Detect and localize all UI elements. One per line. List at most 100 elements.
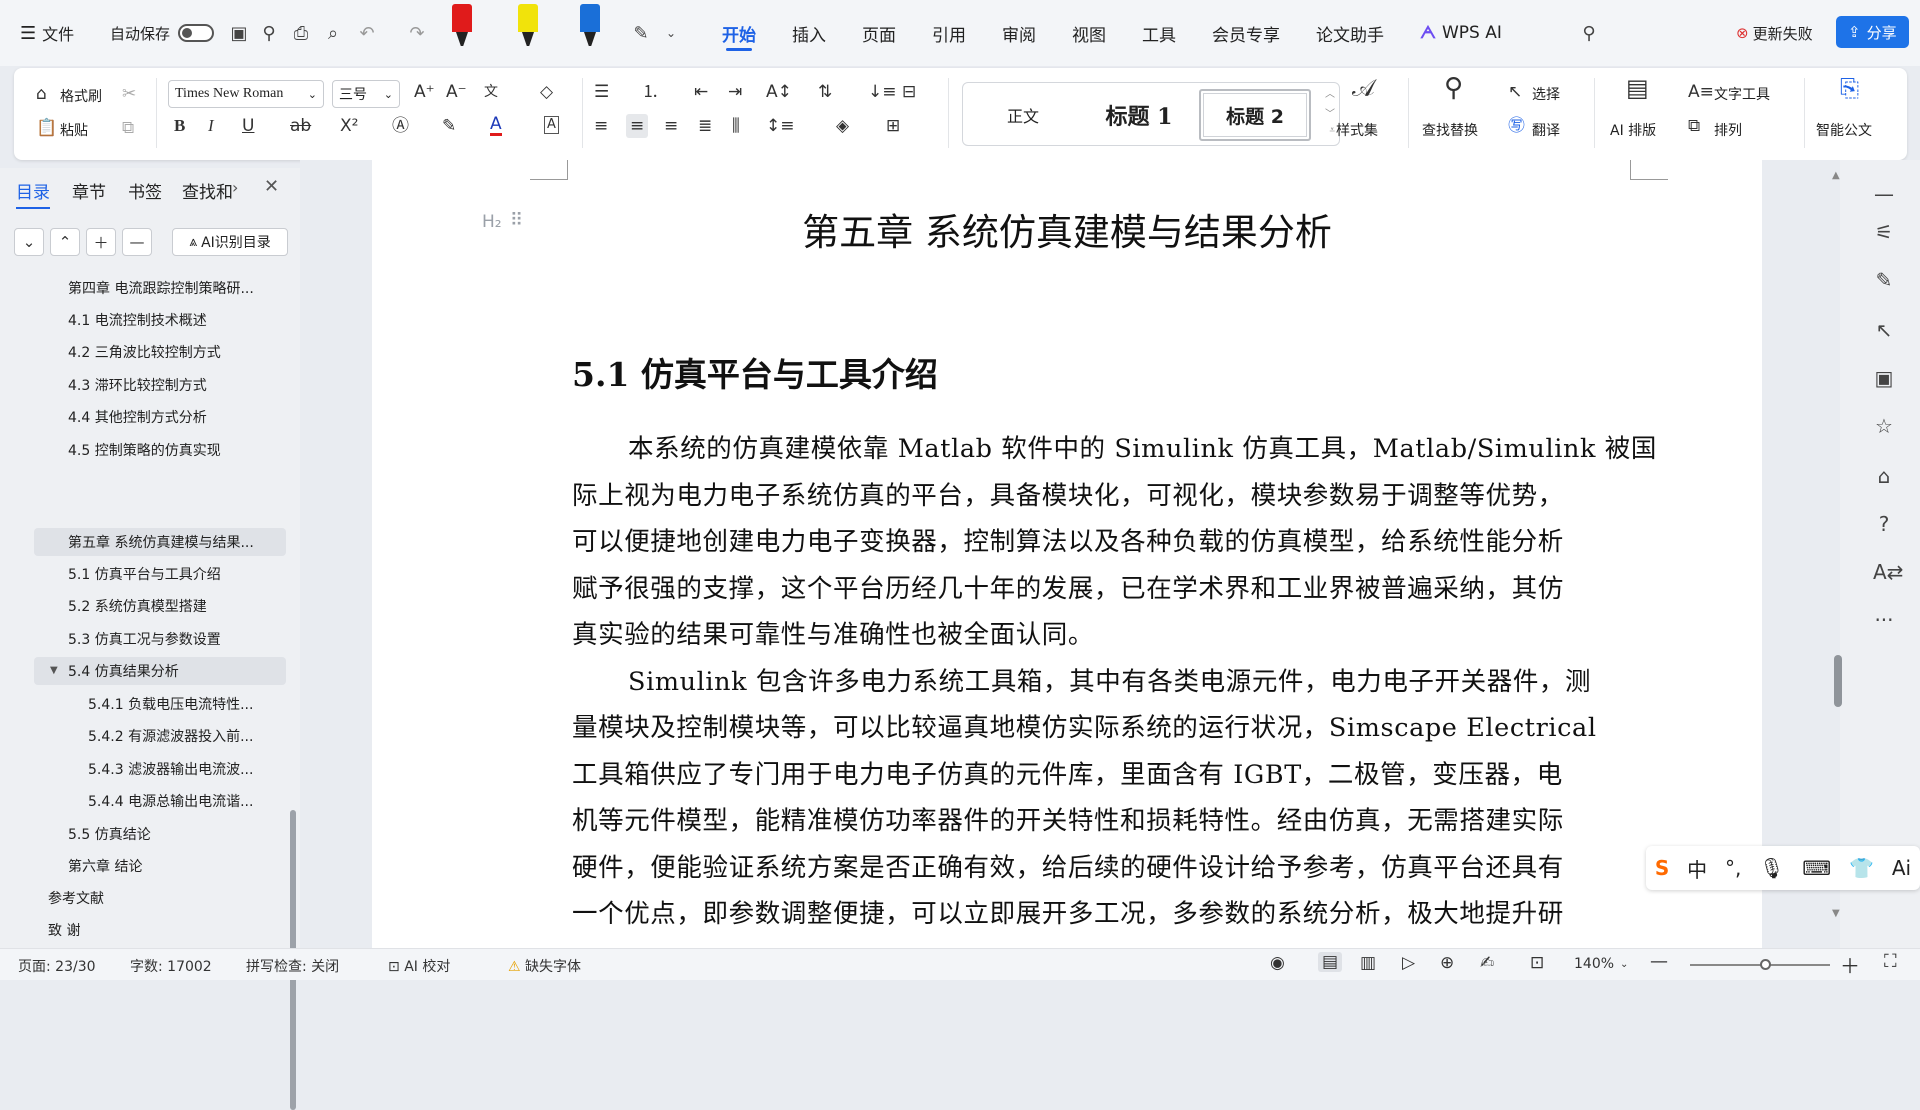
word-count[interactable]: 字数: 17002 bbox=[130, 956, 212, 976]
tab-page[interactable]: 页面 bbox=[844, 13, 914, 53]
edit-pen-icon[interactable]: ✎ bbox=[1873, 268, 1895, 292]
ime-ai-button[interactable]: Ai bbox=[1892, 856, 1911, 880]
sogou-logo-icon[interactable]: S bbox=[1655, 856, 1669, 880]
toc-item[interactable]: 5.1 仿真平台与工具介绍 bbox=[68, 560, 290, 588]
style-heading-1[interactable]: 标题 1 bbox=[1083, 89, 1195, 141]
distributed-icon[interactable]: ⫼ bbox=[732, 116, 740, 136]
update-failed-button[interactable]: ⊗ 更新失败 bbox=[1736, 13, 1813, 53]
toc-item[interactable]: 4.4 其他控制方式分析 bbox=[68, 403, 290, 431]
zoom-slider-thumb[interactable] bbox=[1760, 959, 1771, 970]
copy-icon[interactable]: ⧉ bbox=[122, 118, 134, 138]
tab-home[interactable]: 开始 bbox=[704, 13, 774, 53]
tab-chapters[interactable]: 章节 bbox=[72, 178, 106, 203]
cut-icon[interactable]: ✂ bbox=[122, 84, 136, 104]
underline-icon[interactable]: U bbox=[242, 116, 254, 136]
eye-icon[interactable]: ◉ bbox=[1270, 953, 1285, 973]
tab-paper-assistant[interactable]: 论文助手 bbox=[1298, 13, 1402, 53]
decrease-indent-icon[interactable]: ⇤ bbox=[694, 82, 708, 102]
tab-tools[interactable]: 工具 bbox=[1124, 13, 1194, 53]
style-set-button[interactable]: 样式集 bbox=[1336, 120, 1378, 140]
shirt-icon[interactable]: ⌂ bbox=[1873, 464, 1895, 488]
font-color-icon[interactable]: A bbox=[490, 116, 502, 136]
scroll-down-icon[interactable]: ▼ bbox=[1832, 908, 1840, 919]
superscript-icon[interactable]: X² bbox=[340, 116, 358, 136]
remove-heading-button[interactable]: — bbox=[122, 228, 152, 256]
punctuation-icon[interactable]: °, bbox=[1725, 856, 1741, 880]
scroll-up-icon[interactable]: ▲ bbox=[1832, 170, 1840, 181]
toc-item[interactable]: 5.4.2 有源滤波器投入前... bbox=[88, 722, 290, 750]
spell-check-status[interactable]: 拼写检查: 关闭 bbox=[246, 956, 339, 976]
scroll-down-icon[interactable]: ﹀ bbox=[1325, 105, 1335, 120]
font-size-select[interactable]: 三号 ⌄ bbox=[332, 80, 400, 108]
paste-button[interactable]: 粘贴 bbox=[60, 120, 88, 140]
tab-member[interactable]: 会员专享 bbox=[1194, 13, 1298, 53]
shrink-font-icon[interactable]: A⁻ bbox=[446, 82, 467, 102]
translate-button[interactable]: 翻译 bbox=[1532, 120, 1560, 140]
translate-side-icon[interactable]: A⇄ bbox=[1873, 560, 1903, 584]
italic-icon[interactable]: I bbox=[208, 116, 214, 136]
star-icon[interactable]: ☆ bbox=[1873, 414, 1895, 438]
toc-item[interactable]: 4.2 三角波比较控制方式 bbox=[68, 338, 290, 366]
web-view-icon[interactable]: ⊕ bbox=[1440, 953, 1454, 973]
text-effect-icon[interactable]: Ⓐ bbox=[392, 116, 409, 136]
print-preview-icon[interactable]: ⌕ bbox=[320, 20, 346, 46]
tab-view[interactable]: 视图 bbox=[1054, 13, 1124, 53]
smart-doc-button[interactable]: 智能公文 bbox=[1816, 120, 1872, 140]
line-sort-icon[interactable]: ↓≡ bbox=[868, 82, 897, 102]
file-menu-button[interactable]: ☰ 文件 bbox=[20, 13, 74, 53]
keyboard-icon[interactable]: ⌨ bbox=[1802, 856, 1831, 880]
toc-item[interactable]: 致 谢 bbox=[48, 916, 290, 944]
undo-icon[interactable]: ↶ bbox=[354, 20, 380, 46]
toc-item[interactable]: 第四章 电流跟踪控制策略研... bbox=[68, 274, 290, 302]
close-icon[interactable]: ✕ bbox=[264, 176, 279, 197]
autosave-toggle[interactable] bbox=[178, 24, 215, 42]
bullet-list-icon[interactable]: ☰ bbox=[594, 82, 609, 102]
clear-format-icon[interactable]: ◇ bbox=[540, 82, 553, 102]
share-link-icon[interactable]: ⚲ bbox=[256, 20, 282, 46]
toc-item[interactable]: 5.3 仿真工况与参数设置 bbox=[68, 625, 290, 653]
scroll-up-icon[interactable]: ︿ bbox=[1325, 85, 1335, 100]
red-highlighter-icon[interactable] bbox=[452, 4, 474, 50]
tab-review[interactable]: 审阅 bbox=[984, 13, 1054, 53]
print-icon[interactable]: ⎙ bbox=[288, 20, 314, 46]
align-right-icon[interactable]: ≡ bbox=[664, 116, 678, 136]
page-view-icon[interactable]: ▤ bbox=[1318, 952, 1343, 972]
image-icon[interactable]: ▣ bbox=[1873, 366, 1895, 390]
collapse-sidebar-icon[interactable]: — bbox=[1873, 182, 1895, 206]
zoom-out-icon[interactable]: — bbox=[1650, 951, 1668, 972]
zoom-in-icon[interactable]: ＋ bbox=[1840, 950, 1860, 979]
ai-layout-button[interactable]: AI 排版 bbox=[1610, 120, 1656, 140]
justify-icon[interactable]: ≣ bbox=[698, 116, 712, 136]
expand-up-button[interactable]: ⌃ bbox=[50, 228, 80, 256]
redo-icon[interactable]: ↷ bbox=[404, 20, 430, 46]
sort-icon[interactable]: ⇅ bbox=[818, 82, 832, 102]
phonetic-guide-icon[interactable]: 文 bbox=[484, 82, 498, 102]
ai-proofread-button[interactable]: ⊡ AI 校对 bbox=[388, 956, 450, 976]
search-icon[interactable]: ⚲ bbox=[1576, 20, 1602, 46]
document-scrollbar[interactable] bbox=[1834, 655, 1842, 707]
select-button[interactable]: 选择 bbox=[1532, 84, 1560, 104]
fit-page-icon[interactable]: ⊡ bbox=[1530, 953, 1544, 973]
toc-item[interactable]: 参考文献 bbox=[48, 884, 290, 912]
save-icon[interactable]: ▣ bbox=[226, 20, 252, 46]
increase-indent-icon[interactable]: ⇥ bbox=[728, 82, 742, 102]
format-painter-button[interactable]: 格式刷 bbox=[60, 86, 102, 106]
share-button[interactable]: ⇪ 分享 bbox=[1836, 16, 1909, 48]
tab-find[interactable]: 查找和 bbox=[182, 178, 233, 203]
tab-references[interactable]: 引用 bbox=[914, 13, 984, 53]
style-normal[interactable]: 正文 bbox=[967, 89, 1079, 141]
grow-font-icon[interactable]: A⁺ bbox=[414, 82, 435, 102]
toc-item[interactable]: 第五章 系统仿真建模与结果... bbox=[34, 528, 286, 556]
toc-item[interactable]: 4.3 滞环比较控制方式 bbox=[68, 371, 290, 399]
zoom-level[interactable]: 140% bbox=[1574, 956, 1614, 972]
outline-view-icon[interactable]: ▥ bbox=[1360, 953, 1376, 973]
tab-insert[interactable]: 插入 bbox=[774, 13, 844, 53]
arrange-button[interactable]: 排列 bbox=[1714, 120, 1742, 140]
pen-icon[interactable]: ✎ bbox=[628, 20, 654, 46]
toc-item[interactable]: 5.4.3 滤波器输出电流波... bbox=[88, 755, 290, 783]
line-spacing-icon[interactable]: ↕≡ bbox=[766, 116, 795, 136]
more-icon[interactable]: ··· bbox=[1873, 608, 1895, 632]
strikethrough-icon[interactable]: ab bbox=[290, 116, 311, 136]
add-heading-button[interactable]: ＋ bbox=[86, 228, 116, 256]
ime-language-toggle[interactable]: 中 bbox=[1687, 854, 1707, 883]
